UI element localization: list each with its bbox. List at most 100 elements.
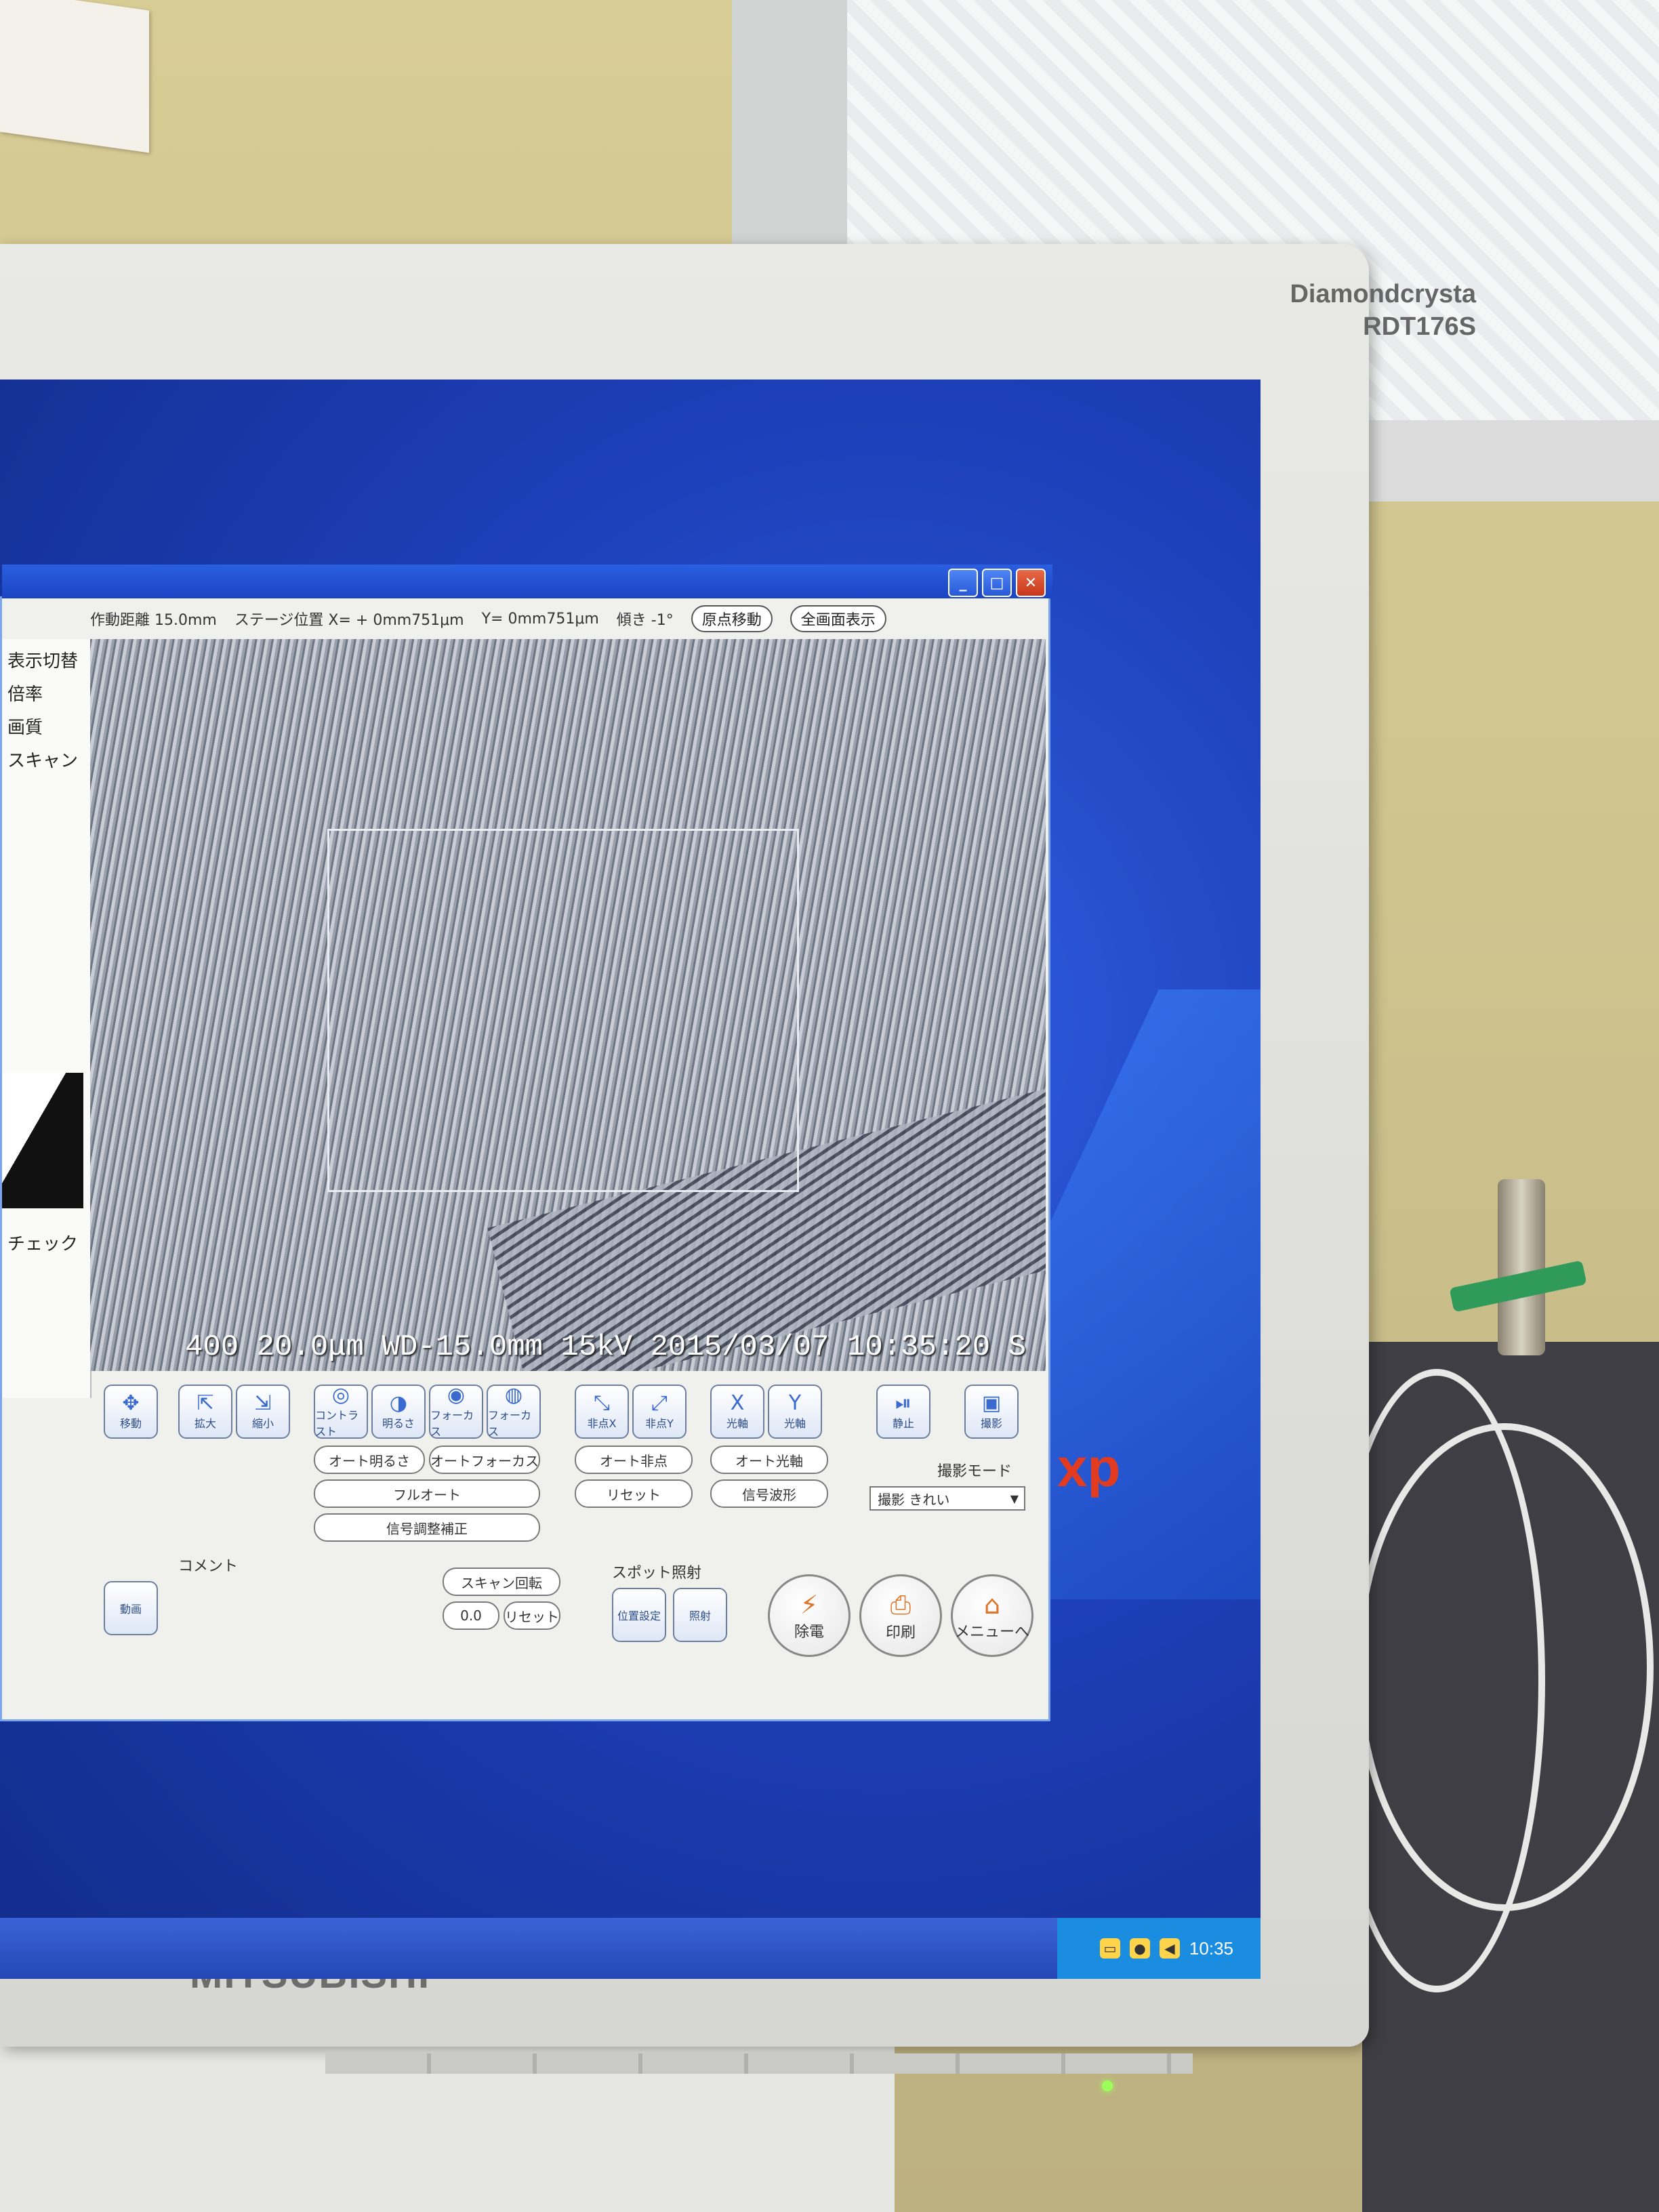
astig-y-button[interactable]: ⤢ 非点Y [632, 1385, 687, 1439]
volume-icon[interactable]: ◀ [1159, 1938, 1180, 1959]
app-titlebar[interactable]: _ □ ✕ [2, 565, 1052, 598]
freeze-button[interactable]: ⏯ 静止 [876, 1385, 930, 1439]
signal-correction-button[interactable]: 信号調整補正 [314, 1513, 540, 1542]
auto-brightness-button[interactable]: オート明るさ [314, 1446, 425, 1474]
capture-label: 撮影 [980, 1417, 1002, 1430]
region-of-interest-box[interactable] [327, 829, 799, 1192]
auto-astig-button[interactable]: オート非点 [575, 1446, 693, 1474]
scan-rotation-reset[interactable]: リセット [504, 1601, 560, 1630]
minimize-button[interactable]: _ [948, 569, 978, 597]
brightness-label: 明るさ [382, 1417, 415, 1430]
brand-line2: RDT176S [1363, 312, 1476, 341]
gas-valve [1498, 1179, 1545, 1355]
origin-move-button[interactable]: 原点移動 [691, 605, 773, 632]
brightness-button[interactable]: ◑ 明るさ [371, 1385, 426, 1439]
sem-image-view[interactable]: 400 20.0μm WD-15.0mm 15kV 2015/03/07 10:… [90, 639, 1046, 1371]
full-auto-button[interactable]: フルオート [314, 1479, 540, 1508]
brightness-icon: ◑ [389, 1391, 408, 1415]
freeze-label: 静止 [892, 1417, 914, 1430]
spot-position-label: 位置設定 [617, 1610, 661, 1622]
signal-wave-button[interactable]: 信号波形 [710, 1479, 828, 1508]
scan-rotation-value[interactable]: 0.0 [443, 1601, 499, 1630]
menu-label: メニューへ [954, 1624, 1029, 1641]
network-icon[interactable]: ▭ [1099, 1938, 1120, 1959]
spot-position-button[interactable]: 位置設定 [612, 1588, 666, 1642]
video-button[interactable]: 動画 [104, 1581, 158, 1635]
desktop-screen: xp _ □ ✕ 作動距離 15.0mm ステージ位置 X= + 0mm751μ… [0, 380, 1261, 1979]
comment-label: コメント [178, 1558, 239, 1575]
zoom-in-button[interactable]: ⇱ 拡大 [178, 1385, 232, 1439]
zoom-in-icon: ⇱ [197, 1391, 214, 1415]
scan-rotation-button[interactable]: スキャン回転 [443, 1568, 560, 1596]
spot-fire-label: 照射 [689, 1610, 711, 1622]
wall-paper [0, 0, 149, 153]
left-panel-item[interactable]: 倍率 [7, 680, 85, 705]
axis-y-button[interactable]: Y 光軸 [768, 1385, 822, 1439]
sem-app-window: _ □ ✕ 作動距離 15.0mm ステージ位置 X= + 0mm751μm Y… [0, 565, 1052, 1721]
navigation-thumbnail[interactable] [2, 1073, 83, 1208]
axis-x-icon: X [730, 1391, 745, 1415]
image-info-overlay: 400 20.0μm WD-15.0mm 15kV 2015/03/07 10:… [185, 1330, 1027, 1364]
tilt-readout: 傾き -1° [616, 612, 674, 629]
left-panel: 表示切替 倍率 画質 スキャン チェック [2, 639, 91, 1398]
contrast-icon: ◎ [331, 1383, 350, 1407]
zoom-in-label: 拡大 [194, 1417, 216, 1430]
contrast-button[interactable]: ◎ コントラスト [314, 1385, 368, 1439]
focus-fine-button[interactable]: ◍ フォーカス [487, 1385, 541, 1439]
print-label: 印刷 [885, 1624, 916, 1641]
contrast-label: コントラスト [315, 1409, 359, 1438]
discharge-label: 除電 [794, 1624, 824, 1641]
capture-button[interactable]: ▣ 撮影 [964, 1385, 1019, 1439]
axis-y-icon: Y [788, 1391, 802, 1415]
system-tray: ▭ ● ◀ 10:35 [1057, 1918, 1261, 1979]
capture-mode-value: 撮影 きれい [878, 1491, 950, 1508]
zoom-out-button[interactable]: ⇲ 縮小 [236, 1385, 290, 1439]
auto-focus-button[interactable]: オートフォーカス [429, 1446, 540, 1474]
fullscreen-button[interactable]: 全画面表示 [790, 605, 886, 632]
move-label: 移動 [119, 1417, 142, 1430]
move-button[interactable]: ✥ 移動 [104, 1385, 158, 1439]
printer-icon: ⎙ [890, 1589, 912, 1620]
home-icon: ⌂ [983, 1590, 1001, 1620]
zoom-out-icon: ⇲ [254, 1391, 272, 1415]
taskbar-clock[interactable]: 10:35 [1189, 1938, 1233, 1959]
control-panel: ✥ 移動 ⇱ 拡大 ⇲ 縮小 ◎ コントラスト ◑ 明るさ ◉ フォーカス ◍ フォーカス ⤡… [90, 1378, 1046, 1717]
print-button[interactable]: ⎙ 印刷 [859, 1574, 942, 1657]
stage-position-x: ステージ位置 X= + 0mm751μm [234, 612, 464, 629]
stage-position-y: Y= 0mm751μm [481, 610, 599, 628]
close-button[interactable]: ✕ [1016, 569, 1046, 597]
reset-button[interactable]: リセット [575, 1479, 693, 1508]
capture-mode-select[interactable]: 撮影 きれい ▼ [869, 1486, 1025, 1511]
focus-fine-label: フォーカス [488, 1409, 532, 1438]
axis-y-label: 光軸 [783, 1417, 806, 1430]
focus-fine-icon: ◍ [504, 1383, 523, 1407]
astig-x-label: 非点X [587, 1417, 617, 1430]
left-panel-item[interactable]: 表示切替 [7, 647, 85, 672]
left-panel-item[interactable]: 画質 [7, 714, 85, 739]
left-panel-item[interactable]: チェック [7, 1230, 78, 1255]
spot-fire-button[interactable]: 照射 [673, 1588, 727, 1642]
move-icon: ✥ [122, 1391, 140, 1415]
astig-y-label: 非点Y [645, 1417, 674, 1430]
maximize-button[interactable]: □ [982, 569, 1012, 597]
astig-y-icon: ⤢ [651, 1391, 668, 1415]
astig-x-button[interactable]: ⤡ 非点X [575, 1385, 629, 1439]
axis-x-label: 光軸 [726, 1417, 748, 1430]
discharge-icon: ⚡ [800, 1590, 819, 1620]
astig-x-icon: ⤡ [594, 1391, 610, 1415]
window-frame [732, 0, 847, 258]
security-icon[interactable]: ● [1129, 1938, 1150, 1959]
menu-button[interactable]: ⌂ メニューへ [951, 1574, 1033, 1657]
monitor-buttons[interactable] [325, 2053, 1193, 2074]
spot-label: スポット照射 [612, 1565, 702, 1582]
axis-x-button[interactable]: X 光軸 [710, 1385, 764, 1439]
working-distance: 作動距離 15.0mm [90, 612, 217, 629]
video-label: 動画 [119, 1603, 142, 1616]
chevron-down-icon: ▼ [1010, 1492, 1019, 1505]
auto-axis-button[interactable]: オート光軸 [710, 1446, 828, 1474]
discharge-button[interactable]: ⚡ 除電 [768, 1574, 851, 1657]
left-panel-item[interactable]: スキャン [7, 747, 85, 772]
info-bar: 作動距離 15.0mm ステージ位置 X= + 0mm751μm Y= 0mm7… [90, 604, 1035, 634]
camera-icon: ▣ [981, 1391, 1002, 1415]
focus-coarse-button[interactable]: ◉ フォーカス [429, 1385, 483, 1439]
